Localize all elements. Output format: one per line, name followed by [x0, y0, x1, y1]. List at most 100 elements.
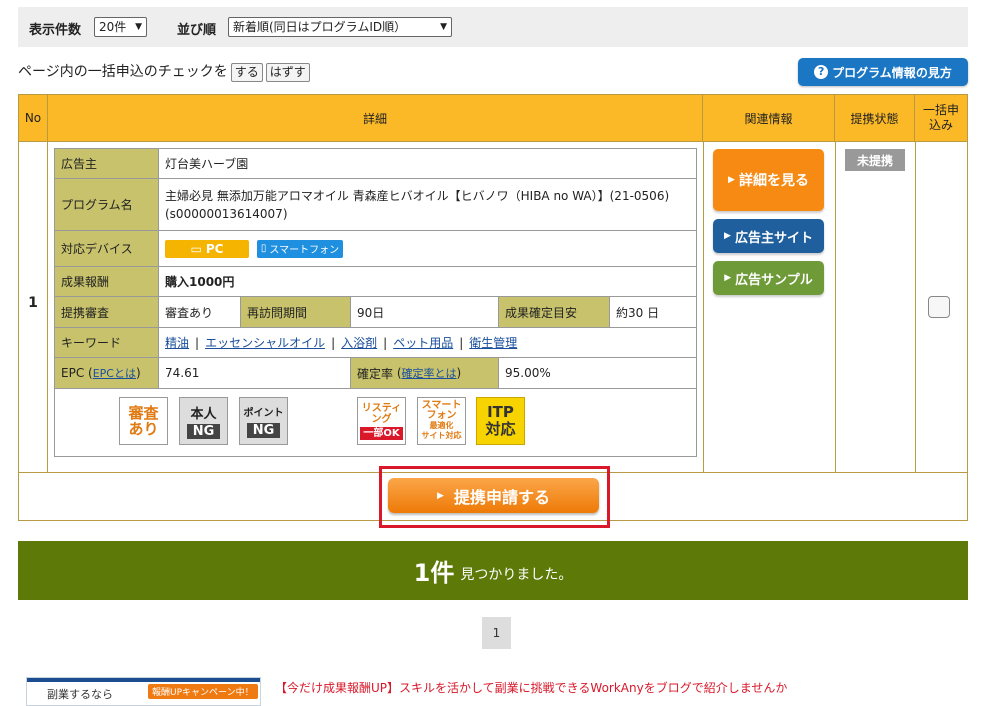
badge-text: NG	[246, 423, 281, 438]
rate-label-cell: 確定率 (確定率とは)	[351, 358, 499, 389]
epc-label-cell: EPC (EPCとは)	[55, 358, 159, 389]
result-count: 1件	[413, 559, 455, 587]
chevron-down-icon: ▼	[440, 22, 447, 32]
confirm-value: 約30 日	[610, 297, 696, 328]
rate-label: 確定率	[357, 366, 394, 381]
sort-label: 並び順	[177, 23, 217, 38]
triangle-right-icon: ▶	[724, 273, 732, 283]
view-detail-button[interactable]: ▶ 詳細を見る	[713, 149, 824, 211]
bulk-apply-checkbox[interactable]	[928, 296, 950, 318]
epc-label: EPC	[61, 366, 85, 380]
rate-help-link[interactable]: 確定率とは	[402, 365, 457, 381]
row-number: 1	[28, 295, 38, 311]
keyword-link[interactable]: 衛生管理	[469, 334, 517, 351]
badge-text: ポイント	[243, 408, 284, 419]
status-badge: 未提携	[845, 149, 905, 171]
review-required-badge: 審査 あり	[119, 397, 168, 445]
bulk-check-row: ページ内の一括申込のチェックを する はずす	[18, 61, 310, 82]
filter-bar: 表示件数 20件 ▼ 並び順 新着順(同日はプログラムID順） ▼	[18, 7, 968, 47]
count-label: 表示件数	[29, 23, 82, 38]
device-label: 対応デバイス	[55, 231, 159, 267]
apply-partnership-label: 提携申請する	[453, 487, 550, 507]
keyword-link[interactable]: ペット用品	[393, 334, 453, 351]
question-icon: ?	[814, 65, 829, 79]
listing-partial-ok-badge: リスティ ング 一部OK	[357, 397, 406, 445]
pagination-current-page[interactable]: 1	[482, 617, 511, 649]
badge-text: 本人	[190, 407, 217, 422]
revisit-value: 90日	[351, 297, 499, 328]
sort-select-value: 新着順(同日はプログラムID順）	[233, 20, 407, 34]
badge-text: 対応	[485, 420, 516, 438]
col-divider	[47, 142, 48, 473]
program-info-guide-button[interactable]: ? プログラム情報の見方	[798, 58, 968, 86]
device-pc-badge: ▭ PC	[165, 239, 249, 258]
promo-campaign-badge: 報酬UPキャンペーン中！	[148, 684, 258, 699]
row-divider	[19, 141, 967, 142]
result-banner: 1件 見つかりました。	[18, 541, 968, 600]
epc-help-link[interactable]: EPCとは	[93, 365, 136, 381]
self-purchase-ng-badge: 本人 NG	[179, 397, 228, 445]
keyword-link[interactable]: 入浴剤	[341, 334, 377, 351]
header-no: No	[19, 95, 48, 141]
keyword-separator: |	[331, 335, 336, 350]
keyword-separator: |	[195, 335, 200, 350]
device-pc-label: PC	[205, 241, 224, 256]
badge-text: フォン	[426, 410, 457, 421]
uncheck-all-button[interactable]: はずす	[265, 63, 310, 82]
promo-link[interactable]: 【今だけ成果報酬UP】スキルを活かして副業に挑戦できるWorkAnyをブログで紹…	[275, 679, 787, 696]
count-select[interactable]: 20件 ▼	[94, 17, 147, 37]
triangle-right-icon: ▶	[728, 175, 735, 185]
header-related: 関連情報	[703, 95, 835, 141]
advertiser-site-button[interactable]: ▶ 広告主サイト	[713, 219, 824, 253]
itp-support-badge: ITP 対応	[476, 397, 525, 445]
keyword-label: キーワード	[55, 328, 159, 358]
promo-banner-stripe	[27, 678, 260, 682]
badge-text: あり	[128, 420, 159, 438]
program-table: No 詳細 関連情報 提携状態 一括申込み 1 広告主 灯台美ハーブ園 プログラ…	[18, 94, 968, 528]
reward-value: 購入1000円	[159, 267, 696, 297]
apply-partnership-button[interactable]: ▶ 提携申請する	[388, 478, 599, 513]
monitor-icon: ▭	[190, 241, 202, 256]
keyword-link[interactable]: エッセンシャルオイル	[205, 334, 325, 351]
device-value: ▭ PC ▯ スマートフォン	[159, 231, 696, 267]
advertiser-site-label: 広告主サイト	[734, 230, 813, 246]
badge-text: ITP	[487, 403, 514, 421]
badge-text: 審査	[128, 404, 159, 422]
sort-select[interactable]: 新着順(同日はプログラムID順） ▼	[228, 17, 452, 37]
badge-text: サイト対応	[421, 431, 462, 440]
program-name-value: 主婦必見 無添加万能アロマオイル 青森産ヒバオイル【ヒバノワ（HIBA no W…	[159, 179, 696, 231]
device-sp-label: スマートフォン	[269, 245, 340, 256]
ad-sample-button[interactable]: ▶ 広告サンプル	[713, 261, 824, 295]
triangle-right-icon: ▶	[437, 490, 444, 501]
keyword-separator: |	[459, 335, 464, 350]
confirm-label: 成果確定目安	[499, 297, 610, 328]
check-all-button[interactable]: する	[230, 63, 263, 82]
col-divider	[835, 142, 836, 473]
badge-text: 一部OK	[360, 426, 403, 440]
chevron-down-icon: ▼	[135, 22, 142, 32]
promo-banner-image[interactable]: 副業するなら 報酬UPキャンペーン中！	[26, 677, 261, 706]
badge-text: ング	[371, 413, 392, 425]
program-name-label: プログラム名	[55, 179, 159, 231]
badge-text: リスティ	[361, 402, 402, 414]
header-status: 提携状態	[835, 95, 915, 141]
smartphone-icon: ▯	[260, 243, 267, 254]
col-divider	[703, 142, 704, 473]
bulk-check-text: ページ内の一括申込のチェックを	[18, 64, 228, 80]
count-select-value: 20件	[99, 20, 127, 34]
result-text: 見つかりました。	[460, 566, 573, 583]
col-divider	[915, 142, 916, 473]
ad-sample-label: 広告サンプル	[735, 272, 813, 288]
revisit-label: 再訪問期間	[241, 297, 351, 328]
keyword-list: 精油 | エッセンシャルオイル | 入浴剤 | ペット用品 | 衛生管理	[159, 328, 696, 358]
keyword-link[interactable]: 精油	[165, 334, 189, 351]
review-value: 審査あり	[159, 297, 241, 328]
smartphone-optimized-badge: スマート フォン 最適化 サイト対応	[417, 397, 466, 445]
badge-text: 最適化	[429, 421, 454, 430]
review-label: 提携審査	[55, 297, 159, 328]
reward-label: 成果報酬	[55, 267, 159, 297]
view-detail-label: 詳細を見る	[738, 173, 809, 189]
advertiser-label: 広告主	[55, 149, 159, 179]
header-bulk: 一括申込み	[915, 95, 967, 141]
point-site-ng-badge: ポイント NG	[239, 397, 288, 445]
